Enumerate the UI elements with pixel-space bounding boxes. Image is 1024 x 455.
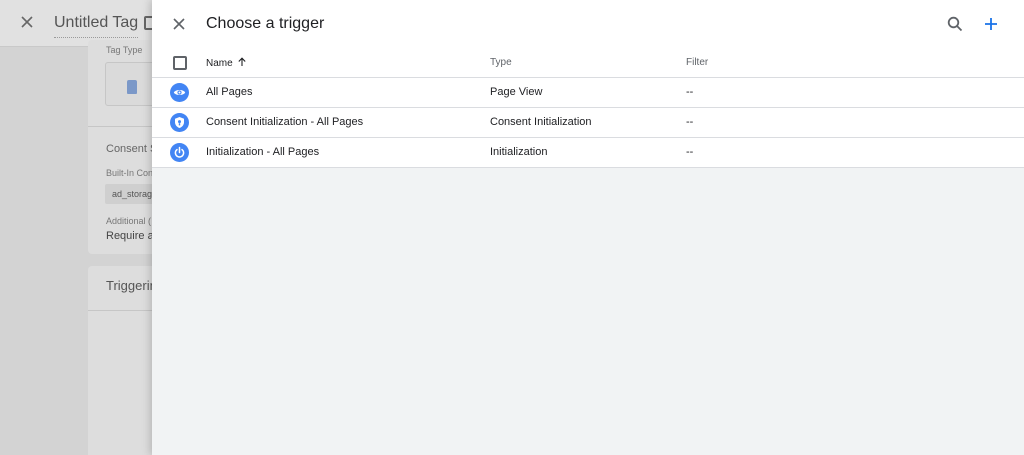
column-header-type[interactable]: Type — [490, 57, 512, 68]
sort-ascending-icon[interactable] — [237, 57, 247, 67]
close-icon[interactable] — [171, 16, 187, 32]
close-icon[interactable] — [19, 14, 35, 30]
trigger-type: Consent Initialization — [490, 116, 592, 128]
table-row[interactable]: Consent Initialization - All Pages Conse… — [152, 108, 1024, 138]
trigger-type: Initialization — [490, 146, 548, 158]
search-icon[interactable] — [946, 15, 964, 33]
trigger-type: Page View — [490, 86, 543, 98]
trigger-filter: -- — [686, 146, 694, 158]
table-header: Name Type Filter — [152, 48, 1024, 78]
tag-title[interactable]: Untitled Tag — [54, 14, 139, 38]
column-header-name[interactable]: Name — [206, 57, 247, 69]
table-row[interactable]: All Pages Page View -- — [152, 78, 1024, 108]
add-icon[interactable] — [982, 15, 1000, 33]
power-icon — [170, 143, 189, 162]
trigger-name: Initialization - All Pages — [206, 146, 320, 158]
additional-consent-label: Additional ( — [106, 216, 152, 226]
consent-settings-label: Consent S — [106, 143, 158, 155]
tag-type-label: Tag Type — [106, 45, 143, 55]
builtin-consent-label: Built-In Con — [106, 168, 154, 178]
column-name-label: Name — [206, 58, 233, 69]
choose-trigger-panel: Choose a trigger Name Type Filter All Pa… — [152, 0, 1024, 455]
trigger-filter: -- — [686, 116, 694, 128]
trigger-table: Name Type Filter All Pages Page View -- — [152, 48, 1024, 168]
column-header-filter[interactable]: Filter — [686, 57, 708, 68]
trigger-name: Consent Initialization - All Pages — [206, 116, 364, 128]
eye-icon — [170, 83, 189, 102]
select-all-checkbox[interactable] — [173, 56, 187, 70]
tag-icon — [127, 80, 137, 94]
trigger-filter: -- — [686, 86, 694, 98]
panel-title: Choose a trigger — [206, 15, 325, 32]
triggering-title: Triggerin — [106, 278, 157, 293]
trigger-name: All Pages — [206, 86, 253, 98]
consent-icon — [170, 113, 189, 132]
panel-header: Choose a trigger — [152, 0, 1024, 48]
table-row[interactable]: Initialization - All Pages Initializatio… — [152, 138, 1024, 168]
